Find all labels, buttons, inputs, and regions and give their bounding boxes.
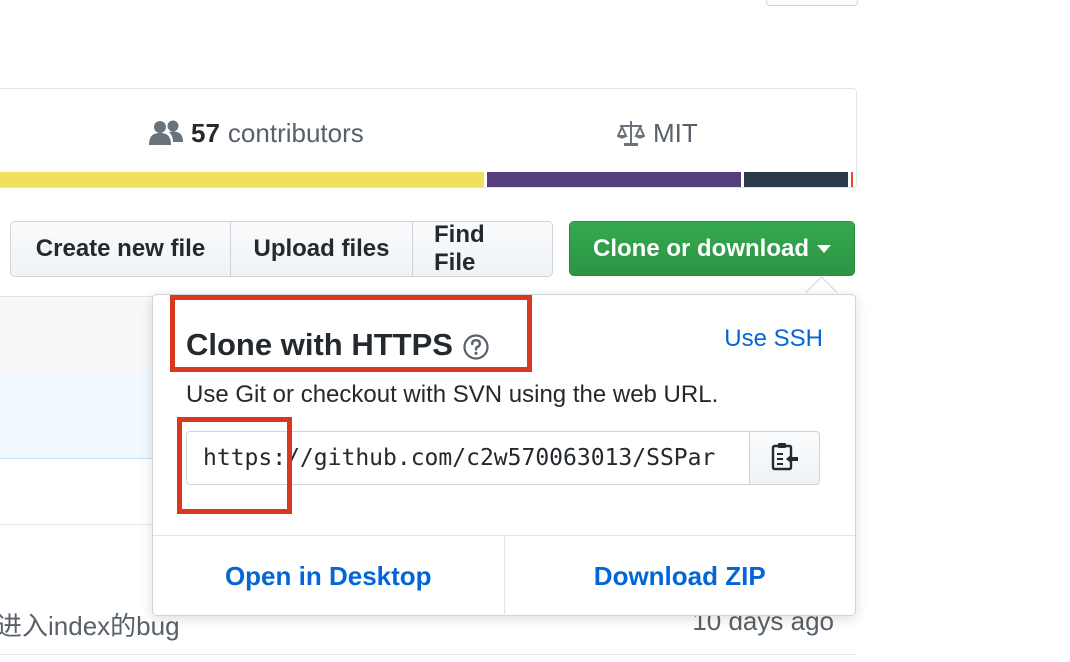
language-bar[interactable]	[0, 172, 856, 187]
annotation-box-https	[177, 417, 292, 514]
copy-to-clipboard-button[interactable]	[749, 431, 820, 485]
caret-down-icon	[817, 244, 831, 253]
clone-button-label: Clone or download	[593, 234, 809, 262]
license-summary[interactable]: MIT	[617, 115, 698, 151]
create-new-file-button[interactable]: Create new file	[11, 222, 231, 276]
clipboard-icon	[771, 441, 799, 476]
language-segment-2[interactable]	[487, 172, 742, 187]
repo-summary: 57 contributors MIT	[0, 88, 857, 188]
clone-or-download-button[interactable]: Clone or download	[569, 221, 855, 276]
annotation-box-title	[170, 295, 532, 372]
language-segment-3[interactable]	[744, 172, 849, 187]
license-label: MIT	[653, 117, 698, 148]
download-zip-button[interactable]: Download ZIP	[505, 536, 856, 616]
contributors-count: 57	[191, 117, 220, 148]
language-segment-4[interactable]	[851, 172, 854, 187]
upload-files-button[interactable]: Upload files	[231, 222, 413, 276]
language-segment-1[interactable]	[0, 172, 485, 187]
clone-popover-footer: Open in Desktop Download ZIP	[153, 535, 855, 616]
find-file-button[interactable]: Find File	[413, 222, 552, 276]
contributors-label: contributors	[227, 117, 364, 148]
contributors-summary[interactable]: 57 contributors	[149, 115, 364, 151]
open-in-desktop-button[interactable]: Open in Desktop	[153, 536, 505, 616]
people-icon	[149, 120, 183, 146]
partial-button[interactable]	[766, 0, 858, 6]
clone-description: Use Git or checkout with SVN using the w…	[186, 381, 719, 408]
file-navigation: Create new file Upload files Find File	[10, 221, 553, 277]
use-ssh-link[interactable]: Use SSH	[724, 325, 823, 353]
law-icon	[617, 119, 645, 147]
